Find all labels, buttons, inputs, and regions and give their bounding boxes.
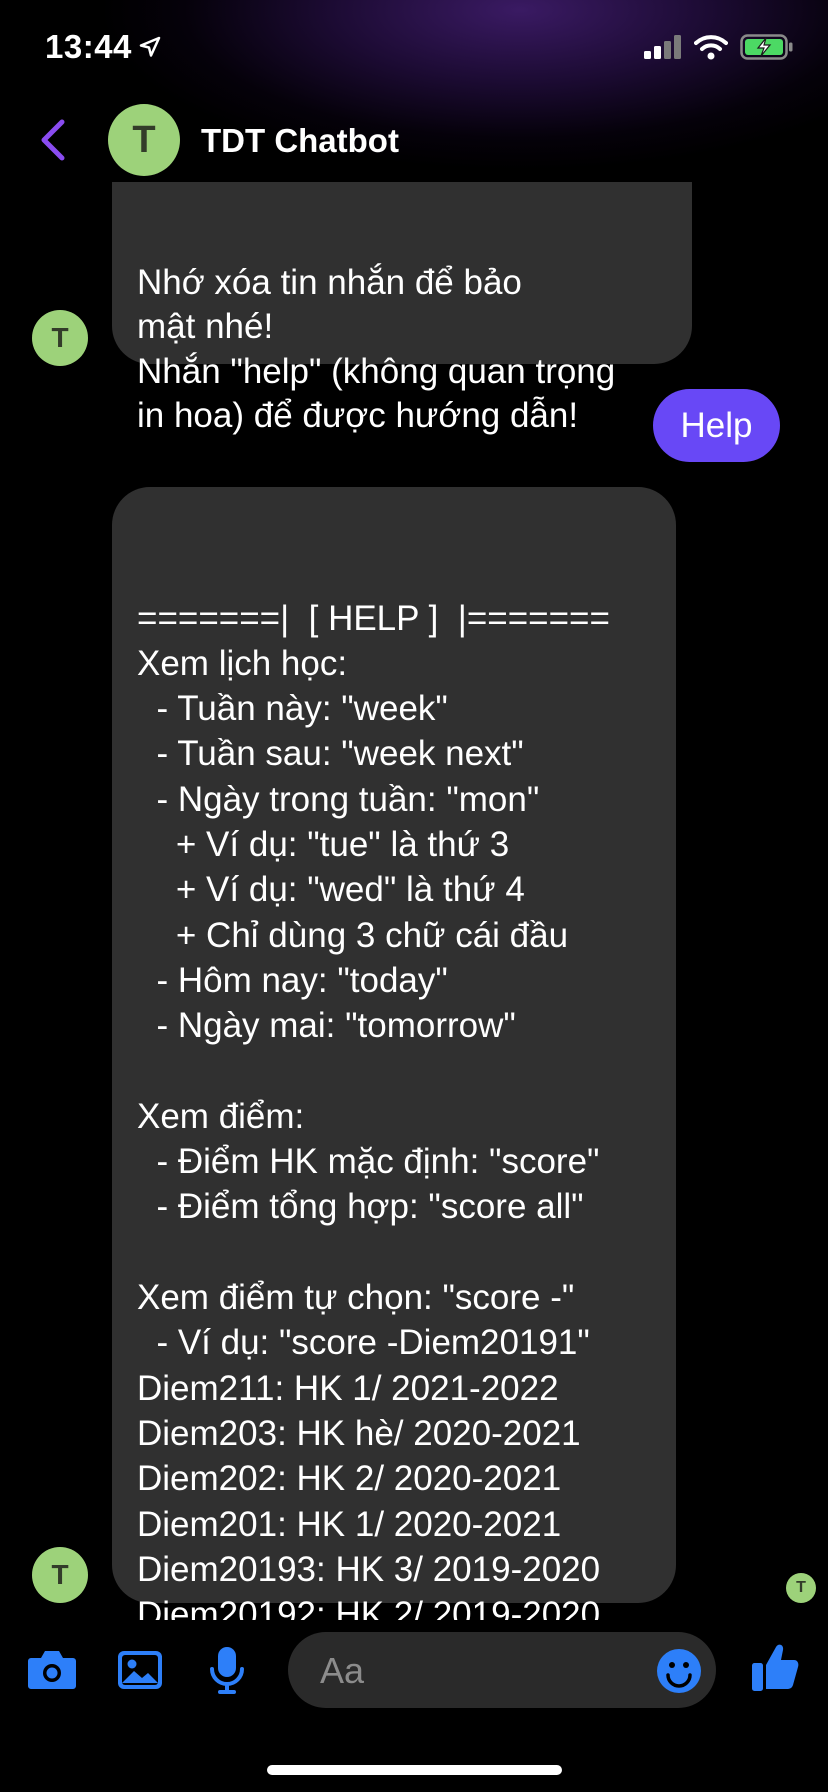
message-text: Nhớ xóa tin nhắn để bảo mật nhé! Nhắn "h…: [137, 262, 616, 436]
read-receipt-avatar: T: [786, 1573, 816, 1603]
location-arrow-icon: [139, 36, 161, 57]
bot-avatar[interactable]: T: [32, 1547, 88, 1603]
microphone-icon[interactable]: [209, 1645, 245, 1697]
thumbs-up-icon[interactable]: [750, 1641, 800, 1693]
home-indicator: [267, 1765, 562, 1775]
wifi-icon: [694, 35, 728, 60]
status-time: 13:44: [45, 28, 132, 65]
image-icon[interactable]: [116, 1649, 164, 1691]
emoji-icon[interactable]: [656, 1648, 702, 1694]
header-avatar[interactable]: T: [108, 104, 180, 176]
camera-icon[interactable]: [27, 1648, 77, 1690]
message-input[interactable]: Aa: [288, 1632, 716, 1708]
bot-message-help[interactable]: =======| [ HELP ] |======= Xem lịch học:…: [112, 487, 676, 1679]
bot-avatar[interactable]: T: [32, 310, 88, 366]
user-message[interactable]: Help: [653, 389, 780, 462]
signal-icon: [644, 35, 681, 59]
chat-title[interactable]: TDT Chatbot: [201, 122, 399, 160]
battery-icon: [740, 34, 793, 60]
message-text: =======| [ HELP ] |======= Xem lịch học:…: [137, 598, 610, 1680]
back-chevron-icon[interactable]: [36, 116, 68, 164]
input-placeholder: Aa: [320, 1650, 365, 1691]
status-indicators: [644, 34, 794, 60]
